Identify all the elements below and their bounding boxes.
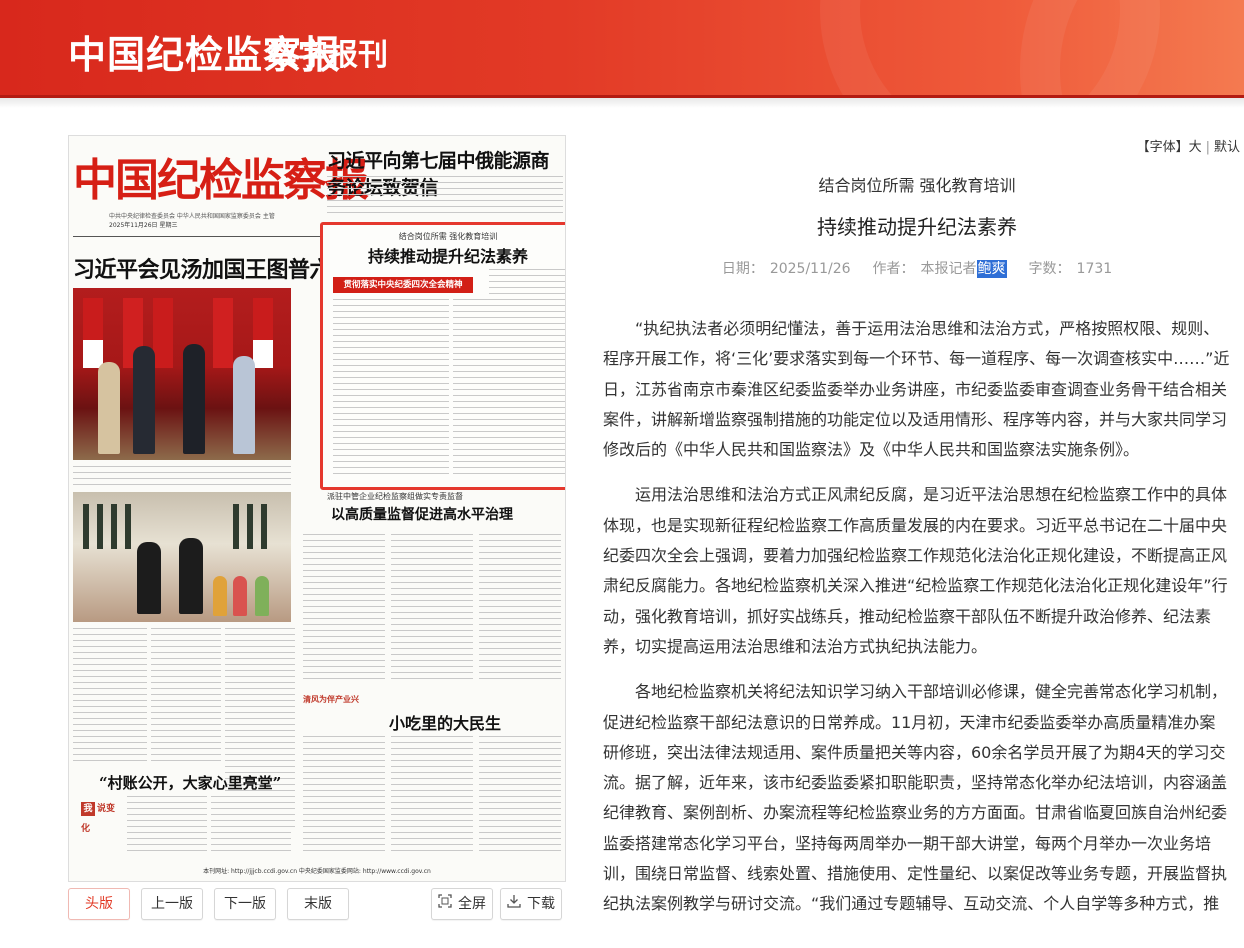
text-block — [327, 176, 563, 218]
person-shape — [179, 538, 203, 614]
author-name: 鲍爽 — [976, 260, 1007, 278]
date-label: 日期： — [721, 261, 764, 277]
text-block — [391, 736, 473, 856]
person-shape — [233, 356, 255, 454]
prev-page-button[interactable]: 上一版 — [141, 888, 203, 920]
flag-shape — [83, 298, 103, 368]
first-page-button[interactable]: 头版 — [68, 888, 130, 920]
paper-column-tag: 清风为伴产业兴 — [303, 695, 359, 704]
site-header: 中国纪检监察报 数字报刊 — [0, 0, 1244, 98]
site-subtitle: 数字报刊 — [268, 38, 388, 73]
paper-headline-3[interactable]: 以高质量监督促进高水平治理 — [331, 504, 513, 524]
guard-shape — [233, 504, 239, 549]
paper-masthead: 中国纪检监察报 — [73, 155, 369, 206]
text-block — [211, 796, 291, 856]
photo-meeting — [73, 288, 291, 460]
article-paragraph: 各地纪检监察机关将纪法知识学习纳入干部培训必修课，健全完善常态化学习机制，促进纪… — [603, 682, 1228, 914]
font-size-default[interactable]: 默认 — [1214, 140, 1240, 155]
download-label: 下载 — [527, 896, 555, 912]
guard-shape — [261, 504, 267, 549]
text-block — [73, 628, 147, 764]
text-block — [303, 736, 385, 856]
article-title: 持续推动提升纪法素养 — [817, 215, 1017, 239]
words-label: 字数： — [1028, 261, 1071, 277]
text-block — [479, 736, 561, 856]
person-shape — [183, 344, 205, 454]
header-shadow — [0, 98, 1244, 108]
selected-article-region[interactable]: 结合岗位所需 强化教育培训 持续推动提升纪法素养 贯彻落实中央纪委四次全会精神 — [320, 222, 565, 490]
person-shape — [98, 362, 120, 454]
paper-masthead-info: 中共中央纪律检查委员会 中华人民共和国国家监察委员会 主管 — [109, 213, 275, 220]
words-value: 1731 — [1076, 261, 1113, 277]
fullscreen-button[interactable]: 全屏 — [431, 888, 493, 920]
date-value: 2025/11/26 — [769, 261, 851, 277]
guard-shape — [125, 504, 131, 549]
download-button[interactable]: 下载 — [500, 888, 562, 920]
guard-shape — [83, 504, 89, 549]
flag-shape — [253, 298, 273, 368]
text-block — [303, 534, 385, 684]
article-paragraph: 运用法治思维和法治方式正风肃纪反腐，是习近平法治思想在纪检监察工作中的具体体现，… — [603, 485, 1228, 656]
badge-wo: 我 — [81, 802, 95, 816]
newspaper-page-image[interactable]: 中国纪检监察报 中共中央纪律检查委员会 中华人民共和国国家监察委员会 主管 20… — [68, 135, 566, 882]
text-block — [489, 269, 565, 475]
photo-welcome — [73, 492, 291, 622]
text-block — [479, 534, 561, 684]
text-block — [127, 796, 207, 856]
author-prefix: 本报记者 — [920, 261, 977, 277]
paper-footer: 本刊网址: http://jjjcb.ccdi.gov.cn 中央纪委国家监委网… — [203, 868, 431, 875]
last-page-button[interactable]: 末版 — [287, 888, 349, 920]
next-page-button[interactable]: 下一版 — [214, 888, 276, 920]
flag-shape — [213, 298, 233, 368]
highlight-title: 持续推动提升纪法素养 — [367, 247, 528, 266]
paper-headline-4[interactable]: 小吃里的大民生 — [389, 710, 501, 734]
child-shape — [213, 576, 227, 616]
font-size-switcher: 【字体】大 | 默认 — [1136, 140, 1240, 155]
article-kicker: 结合岗位所需 强化教育培训 — [818, 176, 1016, 195]
header-decoration — [1020, 0, 1244, 98]
guard-shape — [97, 504, 103, 549]
article-paragraph: “执纪执法者必须明纪懂法，善于运用法治思维和法治方式，严格按照权限、规则、程序开… — [603, 319, 1230, 460]
person-shape — [137, 542, 161, 614]
font-size-label: 【字体】 — [1136, 140, 1189, 155]
person-shape — [133, 346, 155, 454]
article-body: “执纪执法者必须明纪懂法，善于运用法治思维和法治方式，严格按照权限、规则、程序开… — [603, 314, 1231, 935]
text-block — [151, 628, 221, 764]
paper-date: 2025年11月26日 星期三 — [109, 222, 178, 229]
highlight-kicker: 结合岗位所需 强化教育培训 — [398, 232, 498, 241]
font-size-large[interactable]: 大 — [1189, 140, 1202, 155]
flag-shape — [153, 298, 173, 368]
paper-kicker-3: 派驻中管企业纪检监察组做实专责监督 — [327, 492, 463, 501]
guard-shape — [111, 504, 117, 549]
download-icon — [507, 889, 521, 919]
text-block — [73, 466, 291, 486]
child-shape — [233, 576, 247, 616]
guard-shape — [247, 504, 253, 549]
child-shape — [255, 576, 269, 616]
highlight-banner: 贯彻落实中央纪委四次全会精神 — [333, 277, 473, 293]
paper-headline-5[interactable]: “村账公开，大家心里亮堂” — [99, 772, 281, 793]
text-block — [391, 534, 473, 684]
article-meta: 日期： 2025/11/26 作者： 本报记者鲍爽 字数： 1731 — [603, 258, 1231, 278]
author-label: 作者： — [872, 261, 915, 277]
fullscreen-icon — [438, 889, 452, 919]
column-badge: 我说变化 — [81, 796, 123, 834]
paper-headline-left[interactable]: 习近平会见汤加国王图普六世 — [73, 252, 353, 284]
text-block — [333, 299, 449, 475]
fullscreen-label: 全屏 — [458, 896, 486, 912]
